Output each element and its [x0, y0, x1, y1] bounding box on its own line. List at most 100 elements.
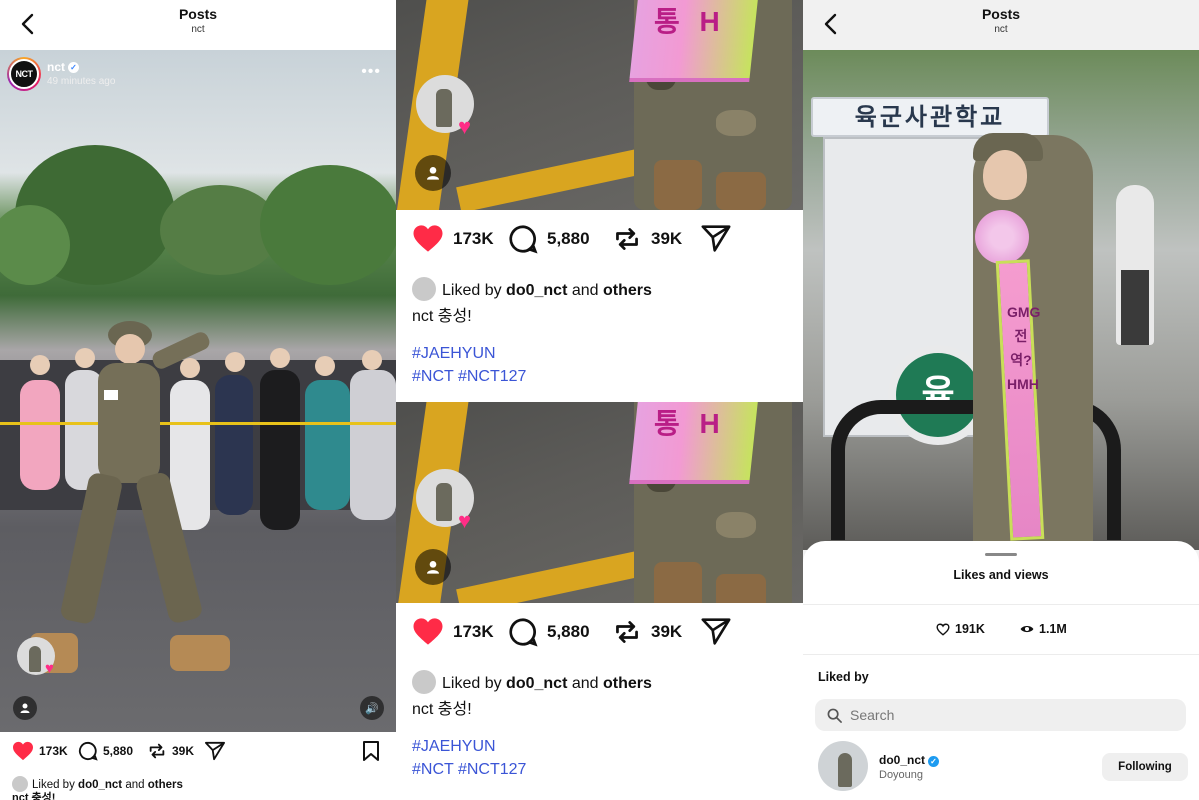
avatar[interactable] — [818, 741, 868, 791]
repost-button[interactable]: 39K — [612, 617, 682, 647]
username-text: nct — [47, 60, 65, 74]
liked-by-prefix: Liked by — [442, 282, 502, 299]
likes-count: 191K — [955, 622, 985, 636]
soldier-face — [983, 150, 1027, 200]
liker-row[interactable]: do0_nct ✓ Doyoung Following — [818, 741, 1188, 793]
sheet-title: Likes and views — [953, 568, 1049, 582]
post-caption: nct 충성! — [12, 792, 56, 800]
views-count: 1.1M — [1039, 622, 1067, 636]
liker-mini-avatar — [412, 670, 436, 694]
comment-icon — [509, 618, 538, 647]
repost-button[interactable]: 39K — [612, 224, 682, 254]
share-button[interactable] — [700, 617, 732, 646]
sash-text: 통 H — [654, 6, 726, 37]
like-count: 173K — [453, 228, 494, 248]
sheet-drag-handle[interactable] — [985, 553, 1017, 556]
heart-filled-icon — [413, 618, 443, 645]
hashtag-line-1[interactable]: #JAEHYUN — [412, 345, 496, 363]
post-time: 49 minutes ago — [47, 76, 116, 87]
heart-badge-icon: ♥ — [458, 114, 472, 139]
bookmark-icon — [363, 741, 379, 761]
hashtag-line-2[interactable]: #NCT #NCT127 — [412, 368, 526, 386]
comment-button[interactable]: 5,880 — [78, 741, 133, 761]
repost-icon — [149, 743, 165, 759]
post-actions: 173K 5,880 39K — [12, 741, 384, 765]
tagged-people-icon[interactable] — [415, 155, 451, 191]
page-title: Posts — [981, 6, 1021, 22]
username[interactable]: nct ✓ — [47, 60, 79, 74]
comment-count: 5,880 — [547, 229, 590, 248]
comment-icon — [509, 225, 538, 254]
like-button[interactable]: 173K — [412, 224, 494, 253]
comment-button[interactable]: 5,880 — [508, 224, 590, 254]
search-bar[interactable] — [815, 699, 1186, 731]
search-icon — [827, 708, 842, 723]
tagged-people-icon[interactable] — [415, 549, 451, 585]
repost-count: 39K — [651, 229, 683, 248]
share-button[interactable] — [700, 224, 732, 253]
likes-sheet-screen: Posts nct 육군사관학교 육 GMG 전역? HMH Likes and… — [803, 0, 1199, 800]
liker-username-text: do0_nct — [879, 753, 926, 767]
comment-button[interactable]: 5,880 — [508, 617, 590, 647]
sash-text: 통 H — [654, 408, 726, 439]
views-stat: 1.1M — [1020, 622, 1067, 636]
hashtag-line-2[interactable]: #NCT #NCT127 — [412, 761, 526, 779]
sash-text: GMG 전역? HMH — [1007, 304, 1041, 392]
eye-icon — [1020, 625, 1034, 633]
gate-sign: 육군사관학교 — [811, 97, 1049, 137]
post-actions: 173K 5,880 39K — [412, 617, 792, 651]
post-screen-left: Posts nct NCT nct ✓ 49 minutes ago ••• ♥… — [0, 0, 396, 800]
liker-mini-avatar — [412, 277, 436, 301]
boot — [654, 562, 702, 603]
send-icon — [701, 225, 731, 252]
repost-count: 39K — [651, 622, 683, 641]
back-arrow-icon[interactable] — [14, 10, 42, 38]
liked-by-and: and — [571, 675, 599, 692]
nct-logo: NCT — [15, 69, 34, 79]
post-caption: nct 충성! — [412, 701, 472, 718]
following-button[interactable]: Following — [1102, 753, 1188, 781]
send-icon — [701, 618, 731, 645]
liked-by-line[interactable]: Liked by do0_nct and others — [412, 670, 652, 694]
liked-by-user: do0_nct — [78, 779, 123, 791]
liked-by-user: do0_nct — [506, 675, 568, 692]
post-header: NCT nct ✓ 49 minutes ago ••• — [7, 57, 391, 93]
liked-by-others: others — [603, 675, 652, 692]
trees-background — [0, 145, 396, 285]
liker-username[interactable]: do0_nct ✓ — [879, 753, 940, 767]
more-options-icon[interactable]: ••• — [361, 63, 381, 81]
like-button[interactable]: 173K — [412, 617, 494, 646]
sound-icon[interactable]: 🔊 — [360, 696, 384, 720]
liked-by-line[interactable]: Liked by do0_nct and others — [412, 277, 652, 301]
tagged-people-icon[interactable] — [13, 696, 37, 720]
post-caption: nct 충성! — [412, 308, 472, 325]
liked-by-prefix: Liked by — [442, 675, 502, 692]
cropped-photo-top[interactable]: 통 H ♥ — [396, 0, 803, 210]
repost-icon — [616, 228, 638, 250]
post-details-card: 173K 5,880 39K Liked by do0_nct and othe… — [396, 603, 803, 800]
boot — [716, 574, 766, 603]
repost-count: 39K — [172, 744, 195, 758]
liked-by-others: others — [603, 282, 652, 299]
boot — [716, 172, 766, 210]
like-count: 173K — [39, 744, 68, 758]
liked-by-heading: Liked by — [818, 670, 869, 684]
back-arrow-icon[interactable] — [817, 10, 845, 38]
likes-and-views-sheet: Likes and views 191K 1.1M Liked by do0_n… — [803, 541, 1199, 800]
search-input[interactable] — [850, 707, 1170, 723]
like-count: 173K — [453, 621, 494, 641]
comment-count: 5,880 — [547, 622, 590, 641]
bystander-legs — [1121, 270, 1149, 345]
share-button[interactable] — [204, 741, 226, 761]
verified-badge-icon: ✓ — [68, 62, 79, 73]
repost-button[interactable]: 39K — [147, 741, 194, 761]
liked-by-and: and — [125, 779, 145, 791]
avatar[interactable]: NCT — [7, 57, 41, 91]
liker-display-name: Doyoung — [879, 769, 924, 781]
hashtag-line-1[interactable]: #JAEHYUN — [412, 738, 496, 756]
save-button[interactable] — [362, 741, 380, 761]
like-button[interactable]: 173K — [12, 741, 68, 761]
post-photo[interactable] — [0, 50, 396, 732]
cropped-photo-bottom[interactable]: 통 H ♥ — [396, 402, 803, 603]
post-screen-middle: 통 H ♥ 173K 5,880 39K Liked by do0_nct an… — [396, 0, 803, 800]
